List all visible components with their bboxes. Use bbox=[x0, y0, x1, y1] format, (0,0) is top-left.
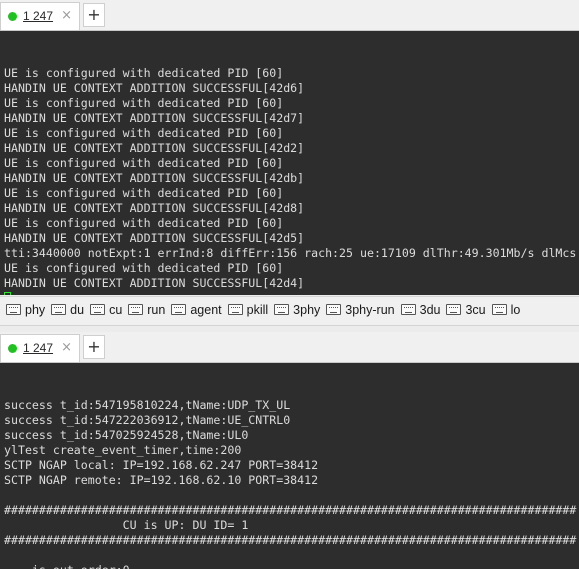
terminal-line: ########################################… bbox=[4, 503, 577, 517]
quick-command-label: du bbox=[70, 303, 85, 317]
keyboard-icon bbox=[227, 304, 243, 315]
new-tab-button[interactable]: + bbox=[83, 335, 105, 359]
connected-status-icon bbox=[8, 12, 17, 21]
bottom-tab-bar: 1 247 × + bbox=[0, 332, 579, 363]
terminal-line: HANDIN UE CONTEXT ADDITION SUCCESSFUL[42… bbox=[4, 141, 305, 155]
terminal-line: UE is configured with dedicated PID [60] bbox=[4, 186, 284, 200]
terminal-line: HANDIN UE CONTEXT ADDITION SUCCESSFUL[42… bbox=[4, 276, 305, 290]
terminal-line: HANDIN UE CONTEXT ADDITION SUCCESSFUL[42… bbox=[4, 111, 305, 125]
terminal-line: ylTest create_event_timer,time:200 bbox=[4, 443, 242, 457]
terminal-output: success t_id:547195810224,tName:UDP_TX_U… bbox=[0, 393, 579, 569]
quick-command-3du[interactable]: 3du bbox=[400, 303, 441, 317]
quick-command-label: phy bbox=[25, 303, 46, 317]
quick-command-label: 3cu bbox=[465, 303, 486, 317]
keyboard-icon bbox=[446, 304, 462, 315]
keyboard-icon bbox=[90, 304, 106, 315]
terminal-line: UE is configured with dedicated PID [60] bbox=[4, 261, 284, 275]
quick-command-lo[interactable]: lo bbox=[491, 303, 521, 317]
terminal-line: ----is_out_order:0 bbox=[4, 563, 579, 569]
quick-command-label: 3phy-run bbox=[345, 303, 395, 317]
terminal-line: success t_id:547025924528,tName:UL0 bbox=[4, 428, 249, 442]
terminal-cursor bbox=[4, 292, 11, 295]
terminal-line: UE is configured with dedicated PID [60] bbox=[4, 96, 284, 110]
close-icon[interactable]: × bbox=[61, 340, 72, 355]
quick-command-label: 3du bbox=[419, 303, 441, 317]
top-tab-bar: 1 247 × + bbox=[0, 0, 579, 31]
keyboard-icon bbox=[326, 304, 342, 315]
quick-command-label: cu bbox=[109, 303, 123, 317]
quick-command-label: pkill bbox=[246, 303, 269, 317]
quick-command-du[interactable]: du bbox=[51, 303, 84, 317]
terminal-line: success t_id:547222036912,tName:UE_CNTRL… bbox=[4, 413, 291, 427]
keyboard-icon bbox=[51, 304, 67, 315]
quick-command-bar: phy du cu run agent pkill 3phy 3phy-run 3du 3cu lo bbox=[0, 296, 579, 326]
bottom-terminal[interactable]: success t_id:547195810224,tName:UDP_TX_U… bbox=[0, 363, 579, 569]
terminal-line: SCTP NGAP local: IP=192.168.62.247 PORT=… bbox=[4, 458, 319, 472]
quick-command-pkill[interactable]: pkill bbox=[227, 303, 269, 317]
terminal-line: ########################################… bbox=[4, 533, 577, 547]
terminal-line: UE is configured with dedicated PID [60] bbox=[4, 126, 284, 140]
new-tab-button[interactable]: + bbox=[83, 3, 105, 27]
terminal-line: UE is configured with dedicated PID [60] bbox=[4, 156, 284, 170]
keyboard-icon bbox=[400, 304, 416, 315]
quick-command-run[interactable]: run bbox=[128, 303, 165, 317]
terminal-line: UE is configured with dedicated PID [60] bbox=[4, 66, 284, 80]
terminal-line: UE is configured with dedicated PID [60] bbox=[4, 216, 284, 230]
session-tab-bottom[interactable]: 1 247 × bbox=[0, 334, 80, 362]
quick-command-phy[interactable]: phy bbox=[6, 303, 45, 317]
keyboard-icon bbox=[491, 304, 507, 315]
terminal-line: success t_id:547195810224,tName:UDP_TX_U… bbox=[4, 398, 291, 412]
top-terminal[interactable]: UE is configured with dedicated PID [60]… bbox=[0, 31, 579, 295]
quick-command-agent[interactable]: agent bbox=[171, 303, 222, 317]
keyboard-icon bbox=[171, 304, 187, 315]
keyboard-icon bbox=[128, 304, 144, 315]
quick-command-label: run bbox=[147, 303, 166, 317]
terminal-line: HANDIN UE CONTEXT ADDITION SUCCESSFUL[42… bbox=[4, 81, 305, 95]
keyboard-icon bbox=[6, 304, 21, 315]
quick-command-cu[interactable]: cu bbox=[90, 303, 122, 317]
terminal-line: SCTP NGAP remote: IP=192.168.62.10 PORT=… bbox=[4, 473, 319, 487]
session-tab-top[interactable]: 1 247 × bbox=[0, 2, 80, 30]
session-tab-label: 1 247 bbox=[23, 9, 54, 23]
terminal-line: HANDIN UE CONTEXT ADDITION SUCCESSFUL[42… bbox=[4, 231, 305, 245]
terminal-line: CU is UP: DU ID= 1 bbox=[4, 518, 249, 532]
close-icon[interactable]: × bbox=[61, 8, 72, 23]
connected-status-icon bbox=[8, 344, 17, 353]
terminal-line: HANDIN UE CONTEXT ADDITION SUCCESSFUL[42… bbox=[4, 201, 305, 215]
keyboard-icon bbox=[274, 304, 290, 315]
quick-command-3phy[interactable]: 3phy bbox=[274, 303, 320, 317]
quick-command-3phy-run[interactable]: 3phy-run bbox=[326, 303, 395, 317]
session-tab-label: 1 247 bbox=[23, 341, 54, 355]
quick-command-label: agent bbox=[190, 303, 222, 317]
quick-command-label: lo bbox=[510, 303, 521, 317]
terminal-output: UE is configured with dedicated PID [60]… bbox=[0, 61, 579, 295]
terminal-line: HANDIN UE CONTEXT ADDITION SUCCESSFUL[42… bbox=[4, 171, 305, 185]
terminal-line: tti:3440000 notExpt:1 errInd:8 diffErr:1… bbox=[4, 246, 577, 260]
quick-command-3cu[interactable]: 3cu bbox=[446, 303, 486, 317]
quick-command-label: 3phy bbox=[293, 303, 321, 317]
